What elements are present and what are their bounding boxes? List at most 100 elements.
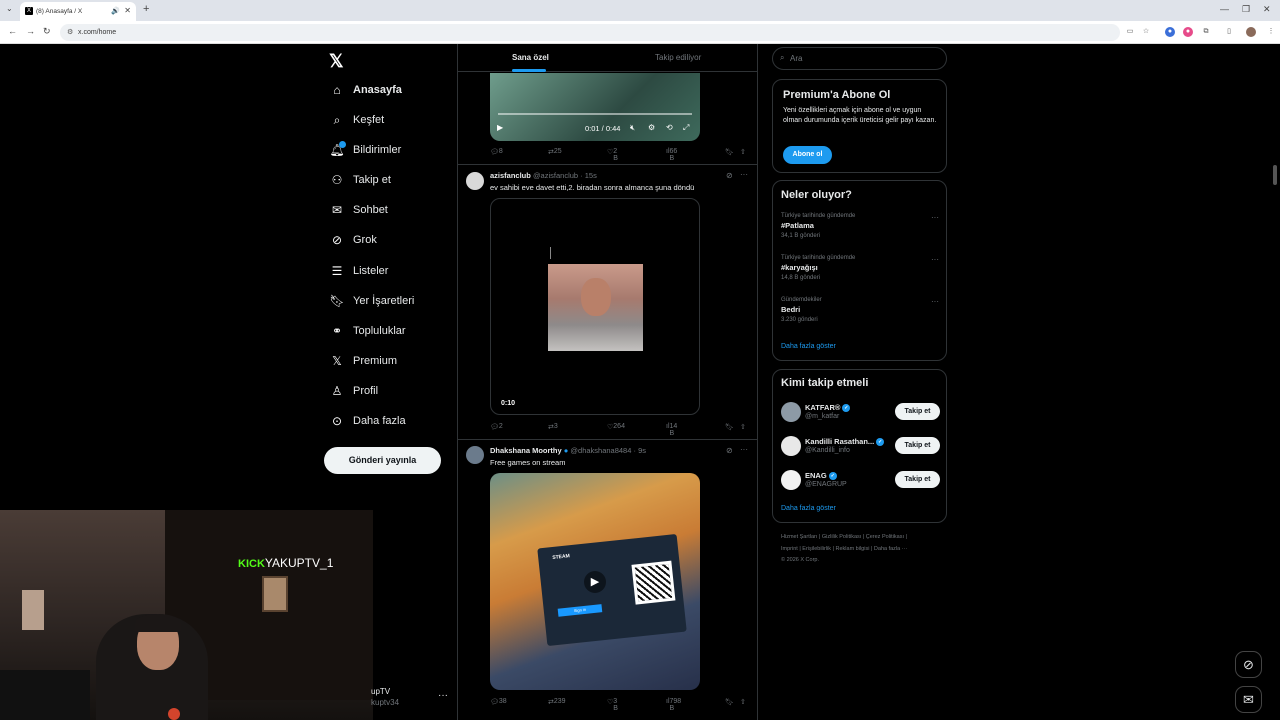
trend-item[interactable]: Gündemdekiler Bedri 3.230 gönderi ···	[781, 297, 939, 323]
grok-icon[interactable]: ⊘	[726, 446, 733, 455]
loop-icon[interactable]: ⟲	[666, 123, 673, 132]
settings-icon[interactable]: ⚙	[648, 123, 655, 132]
views-icon[interactable]: ıl 798 B	[666, 698, 681, 712]
follow-button[interactable]: Takip et	[895, 437, 940, 454]
nav-item-follow[interactable]: ⚇ Takip et	[330, 169, 391, 191]
menu-dots-icon[interactable]: ⋮	[1266, 27, 1276, 37]
avatar[interactable]	[781, 402, 801, 422]
account-handle[interactable]: kuptv34	[371, 698, 399, 707]
share-icon[interactable]: ⇧	[740, 698, 746, 706]
nav-item-more[interactable]: ⊙ Daha fazla	[330, 410, 406, 432]
follow-suggestion[interactable]: KATFAR® ✓ @m_katfar Takip et	[781, 400, 941, 424]
tab-for-you[interactable]: Sana özel	[512, 53, 549, 62]
like-icon[interactable]: ♡ 2 B	[607, 148, 618, 162]
avatar[interactable]	[466, 446, 484, 464]
video-progress-bar[interactable]	[498, 113, 692, 115]
nav-item-lists[interactable]: ☰ Listeler	[330, 260, 389, 282]
trend-item[interactable]: Türkiye tarihinde gündemde #karyağışı 14…	[781, 255, 939, 281]
more-options-icon[interactable]: ···	[740, 445, 748, 454]
minimize-icon[interactable]: —	[1220, 4, 1229, 14]
window-close-icon[interactable]: ✕	[1263, 4, 1271, 15]
follow-button[interactable]: Takip et	[895, 403, 940, 420]
video-player[interactable]: STEAM Sign in ▶	[490, 473, 700, 690]
avatar[interactable]	[781, 436, 801, 456]
fullscreen-icon[interactable]: ⤢	[683, 123, 689, 133]
like-icon[interactable]: ♡ 3 B	[607, 698, 618, 712]
back-icon[interactable]: ←	[8, 26, 17, 36]
reload-icon[interactable]: ↻	[43, 26, 51, 37]
video-player[interactable]: 0:10	[490, 198, 700, 415]
bookmark-icon[interactable]: 🔖︎	[725, 148, 734, 156]
repost-icon[interactable]: ⇄ 25	[548, 148, 562, 156]
views-icon[interactable]: ıl 66 B	[666, 148, 677, 162]
like-icon[interactable]: ♡ 264	[607, 423, 625, 431]
play-icon[interactable]: ▶	[584, 571, 606, 593]
author-name[interactable]: Dhakshana Moorthy	[490, 446, 562, 455]
trend-item[interactable]: Türkiye tarihinde gündemde #Patlama 34,1…	[781, 213, 939, 239]
reply-icon[interactable]: 💬︎ 2	[490, 423, 503, 431]
install-icon[interactable]: ▭	[1125, 27, 1135, 37]
author-handle[interactable]: @azisfanclub · 15s	[533, 171, 597, 180]
mute-icon[interactable]: 🔇︎	[630, 123, 635, 133]
x-logo-icon[interactable]: 𝕏	[329, 51, 344, 72]
tab-list-icon[interactable]: ⌄	[6, 4, 13, 13]
author-handle[interactable]: @dhakshana8484 · 9s	[570, 446, 646, 455]
nav-item-chat[interactable]: ✉ Sohbet	[330, 199, 388, 221]
show-more-link[interactable]: Daha fazla göster	[781, 505, 836, 512]
more-options-icon[interactable]: ···	[931, 213, 939, 222]
grok-icon[interactable]: ⊘	[1235, 651, 1262, 678]
site-info-icon[interactable]: ⚙	[67, 28, 73, 36]
tab-following[interactable]: Takip ediliyor	[655, 53, 701, 62]
extensions-puzzle-icon[interactable]: ⧉	[1201, 27, 1211, 37]
show-more-link[interactable]: Daha fazla göster	[781, 343, 836, 350]
profile-avatar-icon[interactable]	[1246, 27, 1256, 37]
footer-links[interactable]: Hizmet Şartları | Gizlilik Politikası | …	[781, 534, 941, 540]
views-icon[interactable]: ıl 14 B	[666, 423, 677, 437]
new-tab-icon[interactable]: +	[143, 3, 149, 15]
account-name[interactable]: upTV	[371, 687, 390, 696]
avatar[interactable]	[781, 470, 801, 490]
nav-item-grok[interactable]: ⊘ Grok	[330, 229, 377, 251]
bookmark-icon[interactable]: 🔖︎	[725, 423, 734, 431]
more-options-icon[interactable]: ···	[931, 297, 939, 306]
more-options-icon[interactable]: ···	[931, 255, 939, 264]
grok-icon[interactable]: ⊘	[726, 171, 733, 180]
close-icon[interactable]: ✕	[124, 6, 131, 15]
scrollbar[interactable]	[1273, 165, 1277, 185]
extension-icon[interactable]: ●	[1165, 27, 1175, 37]
follow-button[interactable]: Takip et	[895, 471, 940, 488]
search-input[interactable]: ⌕ Ara	[772, 47, 947, 70]
repost-icon[interactable]: ⇄ 239	[548, 698, 566, 706]
mail-icon[interactable]: ✉	[1235, 686, 1262, 713]
nav-item-explore[interactable]: ⌕ Keşfet	[330, 109, 385, 131]
url-field[interactable]: ⚙ x.com/home	[60, 24, 1120, 41]
post-button[interactable]: Gönderi yayınla	[324, 447, 441, 474]
more-options-icon[interactable]: ···	[740, 170, 748, 179]
browser-tab[interactable]: X (8) Anasayfa / X 🔊 ✕	[20, 2, 136, 21]
reply-icon[interactable]: 💬︎ 38	[490, 698, 507, 706]
speaker-icon[interactable]: 🔊	[111, 7, 120, 15]
follow-suggestion[interactable]: ENAG ✓ @ENAGRUP Takip et	[781, 468, 941, 492]
follow-suggestion[interactable]: Kandilli Rasathan... ✓ @Kandilli_info Tak…	[781, 434, 941, 458]
nav-item-premium[interactable]: 𝕏 Premium	[330, 350, 397, 372]
repost-icon[interactable]: ⇄ 3	[548, 423, 558, 431]
play-icon[interactable]: ▶	[497, 123, 503, 132]
forward-icon[interactable]: →	[26, 26, 35, 36]
nav-item-communities[interactable]: ⚭ Topluluklar	[330, 320, 406, 342]
nav-item-profile[interactable]: ♙ Profil	[330, 380, 378, 402]
reply-icon[interactable]: 💬︎ 8	[490, 148, 503, 156]
nav-item-home[interactable]: ⌂ Anasayfa	[330, 79, 402, 101]
sidebar-icon[interactable]: ▯	[1224, 27, 1234, 37]
share-icon[interactable]: ⇧	[740, 423, 746, 431]
share-icon[interactable]: ⇧	[740, 148, 746, 156]
author-name[interactable]: azisfanclub	[490, 171, 531, 180]
footer-links[interactable]: Imprint | Erişilebilirlik | Reklam bilgi…	[781, 546, 941, 552]
bookmark-icon[interactable]: 🔖︎	[725, 698, 734, 706]
video-player[interactable]: ▶ 0:01 / 0:44 🔇︎ ⚙ ⟲ ⤢	[490, 73, 700, 141]
extension-icon[interactable]: ●	[1183, 27, 1193, 37]
star-icon[interactable]: ☆	[1141, 27, 1151, 37]
avatar[interactable]	[466, 172, 484, 190]
maximize-icon[interactable]: ❐	[1242, 4, 1250, 15]
subscribe-button[interactable]: Abone ol	[783, 146, 832, 164]
nav-item-bookmarks[interactable]: 🔖︎ Yer İşaretleri	[329, 290, 414, 312]
